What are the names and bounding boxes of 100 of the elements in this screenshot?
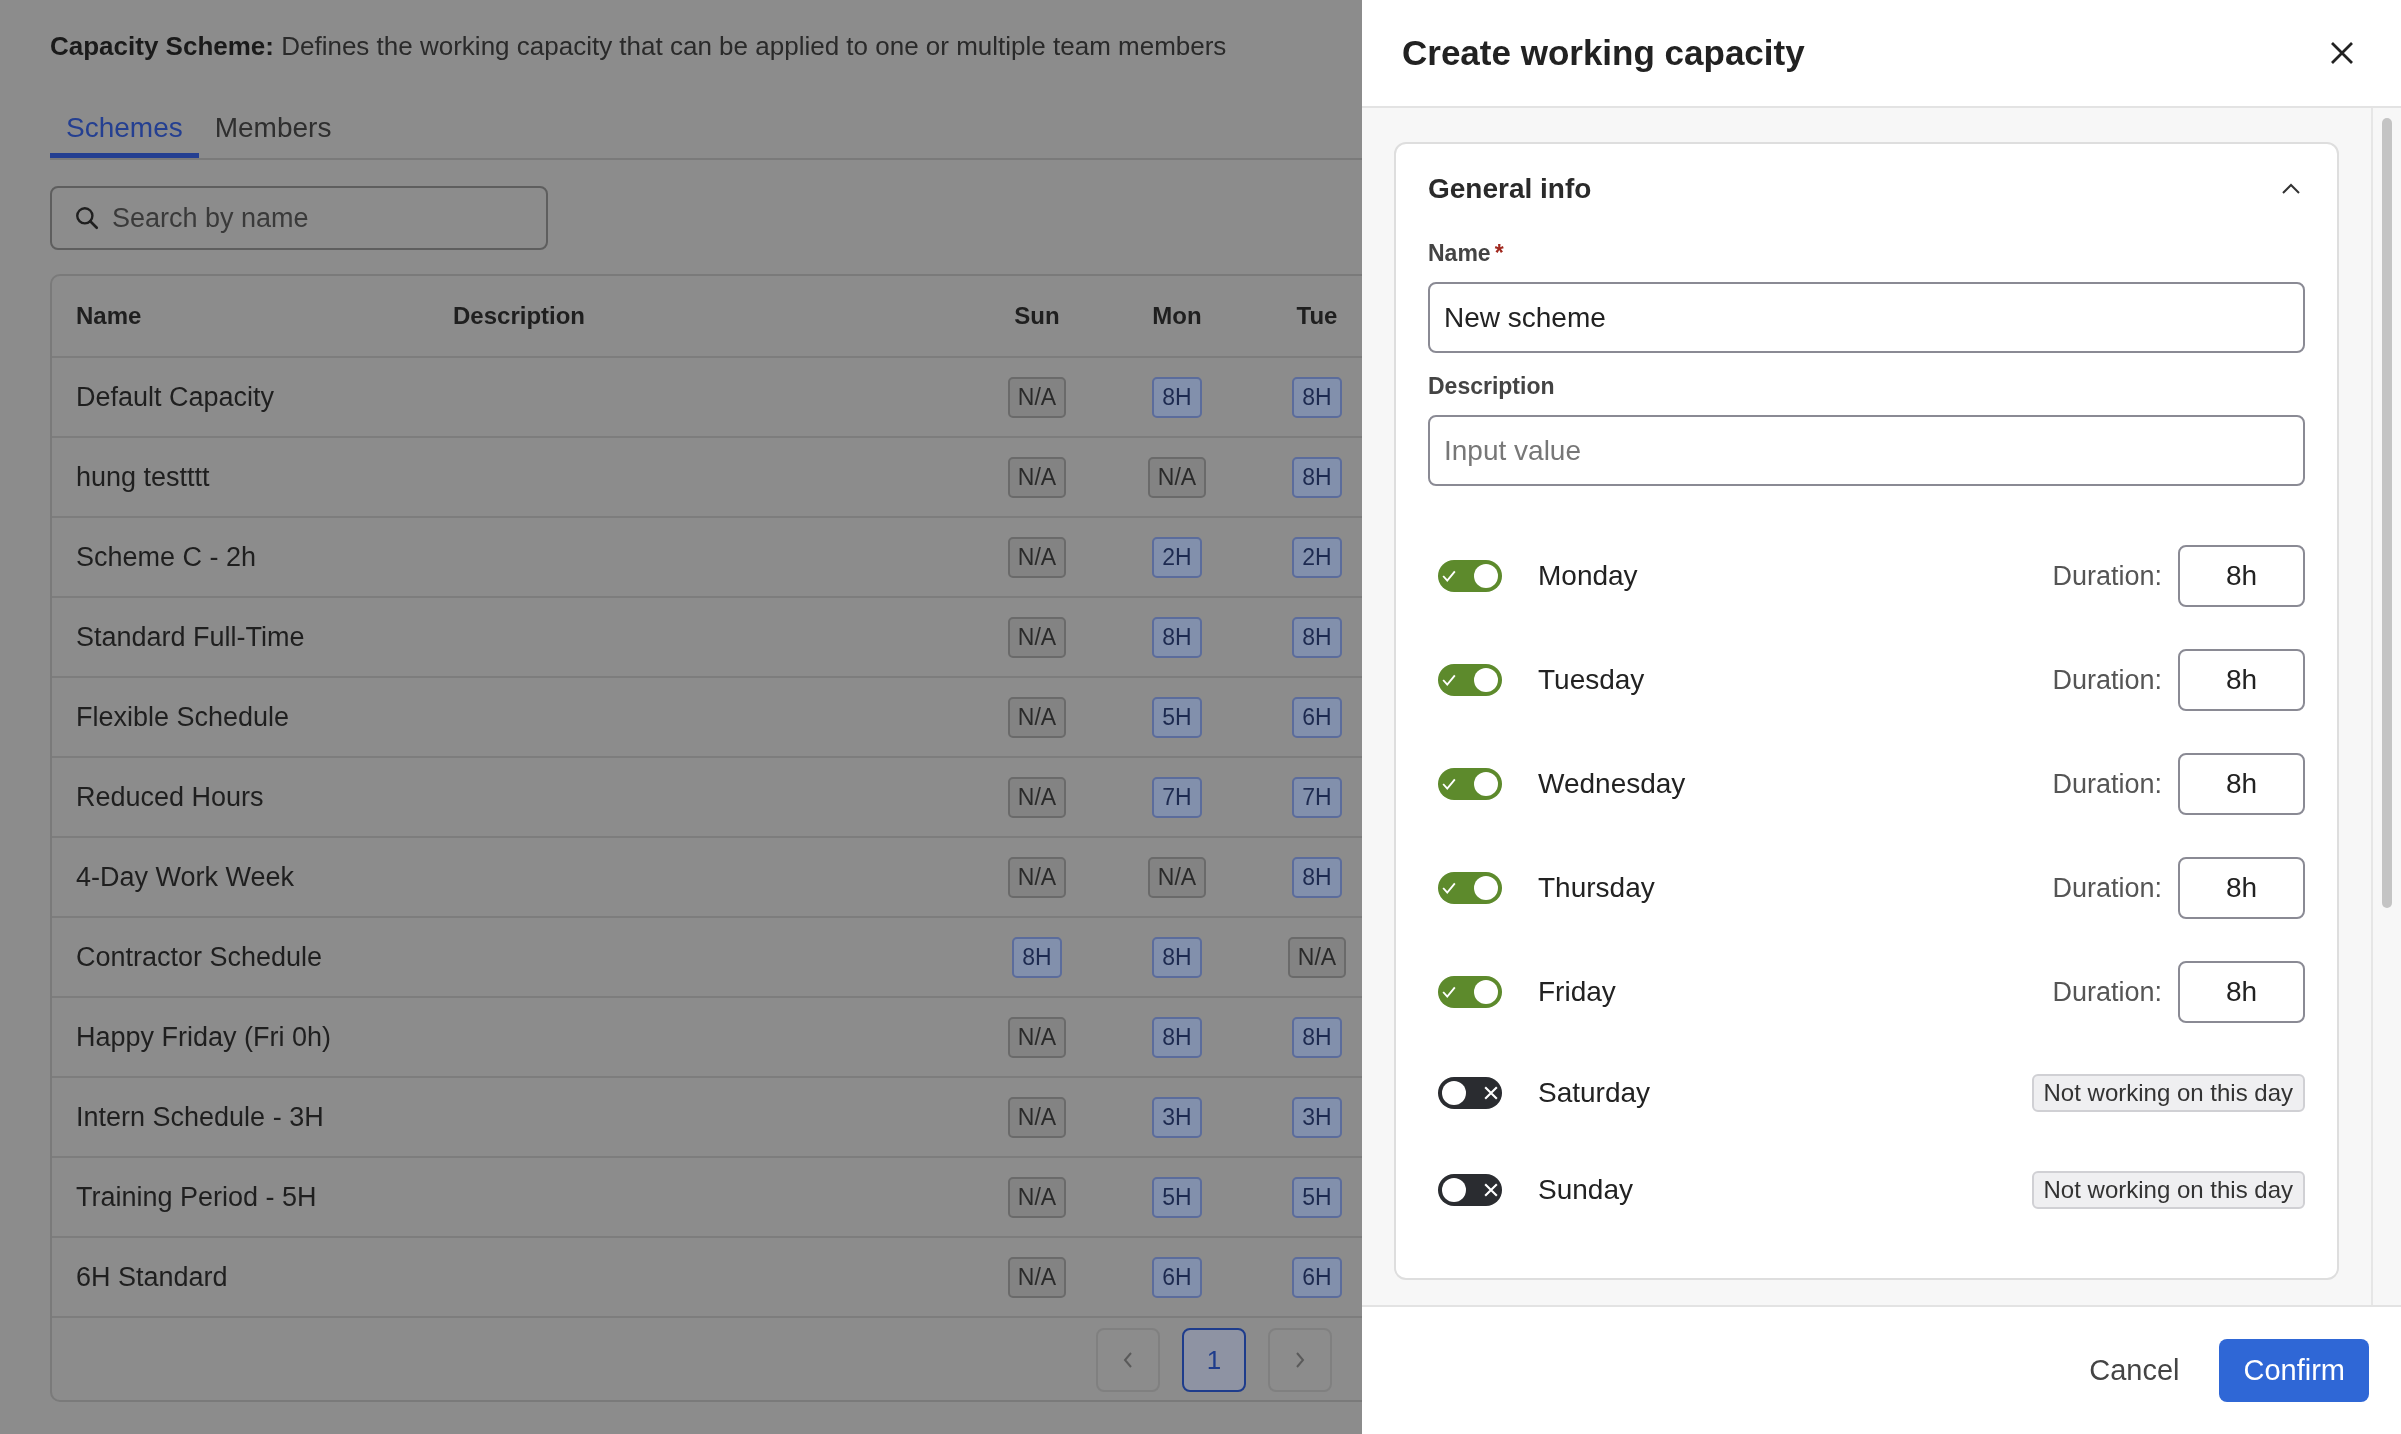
- duration-field[interactable]: 8h: [2178, 649, 2305, 711]
- table-cell-text: Standard Full-Time: [75, 621, 306, 653]
- hours-tag: 5H: [1152, 696, 1202, 738]
- search-field[interactable]: Search by name: [110, 201, 514, 235]
- name-field[interactable]: New scheme: [1428, 282, 2305, 353]
- day-label: Friday: [1538, 976, 1616, 1008]
- toggle-switch[interactable]: [1438, 872, 1502, 904]
- hours-tag: 8H: [1152, 616, 1202, 658]
- toggle-switch[interactable]: [1438, 560, 1502, 592]
- required-mark: *: [1494, 240, 1504, 268]
- day-label: Monday: [1538, 560, 1638, 592]
- hours-tag: 8H: [1292, 456, 1342, 498]
- duration-field[interactable]: 8h: [2178, 753, 2305, 815]
- duration-label: Duration:: [2052, 872, 2162, 904]
- hours-tag: 6H: [1292, 1256, 1342, 1298]
- tab[interactable]: Members: [198, 102, 348, 158]
- hours-tag: 6H: [1292, 696, 1342, 738]
- hours-tag: 8H: [1292, 1016, 1342, 1058]
- toggle-switch[interactable]: [1438, 768, 1502, 800]
- hours-tag: N/A: [1007, 1176, 1067, 1218]
- table-cell-text: 4-Day Work Week: [75, 861, 296, 893]
- hours-tag: N/A: [1007, 456, 1067, 498]
- checkmark-icon: [1442, 569, 1456, 583]
- column-header: Sun: [1013, 302, 1061, 330]
- hours-tag: 8H: [1292, 376, 1342, 418]
- status-tag: Not working on this day: [2031, 1073, 2305, 1112]
- hours-tag: 8H: [1152, 936, 1202, 978]
- hours-tag: 3H: [1152, 1096, 1202, 1138]
- day-label: Wednesday: [1538, 768, 1686, 800]
- cancel-button[interactable]: Cancel: [2089, 1344, 2180, 1397]
- table-cell-text: Reduced Hours: [75, 781, 265, 813]
- hours-tag: 5H: [1152, 1176, 1202, 1218]
- hours-tag: N/A: [1007, 1256, 1067, 1298]
- table-cell-text: Scheme C - 2h: [75, 541, 258, 573]
- toggle-switch[interactable]: [1438, 1076, 1502, 1109]
- duration-label: Duration:: [2052, 560, 2162, 592]
- hours-tag: 8H: [1012, 936, 1062, 978]
- hours-tag: 6H: [1152, 1256, 1202, 1298]
- column-header: Description: [453, 302, 587, 330]
- table-cell-text: 6H Standard: [75, 1261, 229, 1293]
- hours-tag: N/A: [1007, 696, 1067, 738]
- duration-field[interactable]: 8h: [2178, 961, 2305, 1023]
- hours-tag: 2H: [1292, 536, 1342, 578]
- hours-tag: 8H: [1152, 1016, 1202, 1058]
- hours-tag: 8H: [1152, 376, 1202, 418]
- day-label: Sunday: [1538, 1173, 1633, 1206]
- table-cell-text: Contractor Schedule: [75, 941, 324, 973]
- table-cell-text: Default Capacity: [75, 381, 276, 413]
- cross-icon: [1484, 1182, 1498, 1197]
- checkmark-icon: [1442, 673, 1456, 687]
- toggle-switch[interactable]: [1438, 664, 1502, 696]
- toggle-switch[interactable]: [1438, 1173, 1502, 1206]
- checkmark-icon: [1442, 881, 1456, 895]
- search-bar[interactable]: Search by name: [50, 186, 548, 250]
- section-title: General info: [1428, 173, 1592, 205]
- field-label: Name: [1428, 240, 1491, 268]
- page-description: Capacity Scheme: Defines the working capacity that can be applied to one or multiple team members: [50, 30, 1228, 63]
- status-tag: Not working on this day: [2031, 1170, 2305, 1209]
- table-cell-text: Happy Friday (Fri 0h): [75, 1021, 333, 1053]
- field-label: Description: [1428, 373, 1555, 401]
- column-header: Tue: [1295, 302, 1339, 330]
- hours-tag: 7H: [1152, 776, 1202, 818]
- hours-tag: 7H: [1292, 776, 1342, 818]
- duration-field[interactable]: 8h: [2178, 857, 2305, 919]
- table-cell-text: Intern Schedule - 3H: [75, 1101, 325, 1133]
- hours-tag: N/A: [1007, 616, 1067, 658]
- drawer-title: Create working capacity: [1402, 33, 1805, 73]
- column-header: Mon: [1151, 302, 1203, 330]
- chevron-right-icon: [1294, 1350, 1306, 1370]
- confirm-button[interactable]: Confirm: [2219, 1339, 2369, 1402]
- hours-tag: N/A: [1287, 936, 1347, 978]
- duration-label: Duration:: [2052, 664, 2162, 696]
- toggle-switch[interactable]: [1438, 976, 1502, 1008]
- hours-tag: N/A: [1007, 376, 1067, 418]
- hours-tag: N/A: [1147, 856, 1207, 898]
- day-label: Tuesday: [1538, 664, 1645, 696]
- chevron-left-icon: [1122, 1350, 1134, 1370]
- cross-icon: [1484, 1085, 1498, 1100]
- hours-tag: N/A: [1007, 856, 1067, 898]
- chevron-icon: [2281, 183, 2301, 195]
- duration-label: Duration:: [2052, 768, 2162, 800]
- table-cell-text: Flexible Schedule: [75, 701, 291, 733]
- table-cell-text: Training Period - 5H: [75, 1181, 318, 1213]
- duration-label: Duration:: [2052, 976, 2162, 1008]
- hours-tag: 8H: [1292, 616, 1342, 658]
- duration-field[interactable]: 8h: [2178, 545, 2305, 607]
- day-label: Saturday: [1538, 1076, 1651, 1109]
- search-icon: [74, 205, 100, 231]
- hours-tag: N/A: [1007, 776, 1067, 818]
- hours-tag: N/A: [1147, 456, 1207, 498]
- hours-tag: N/A: [1007, 1096, 1067, 1138]
- hours-tag: 5H: [1292, 1176, 1342, 1218]
- checkmark-icon: [1442, 985, 1456, 999]
- checkmark-icon: [1442, 777, 1456, 791]
- hours-tag: 2H: [1152, 536, 1202, 578]
- hours-tag: 8H: [1292, 856, 1342, 898]
- hours-tag: N/A: [1007, 536, 1067, 578]
- description-field[interactable]: Input value: [1428, 415, 2305, 486]
- day-label: Thursday: [1538, 872, 1655, 904]
- table-cell-text: hung testttt: [75, 461, 211, 493]
